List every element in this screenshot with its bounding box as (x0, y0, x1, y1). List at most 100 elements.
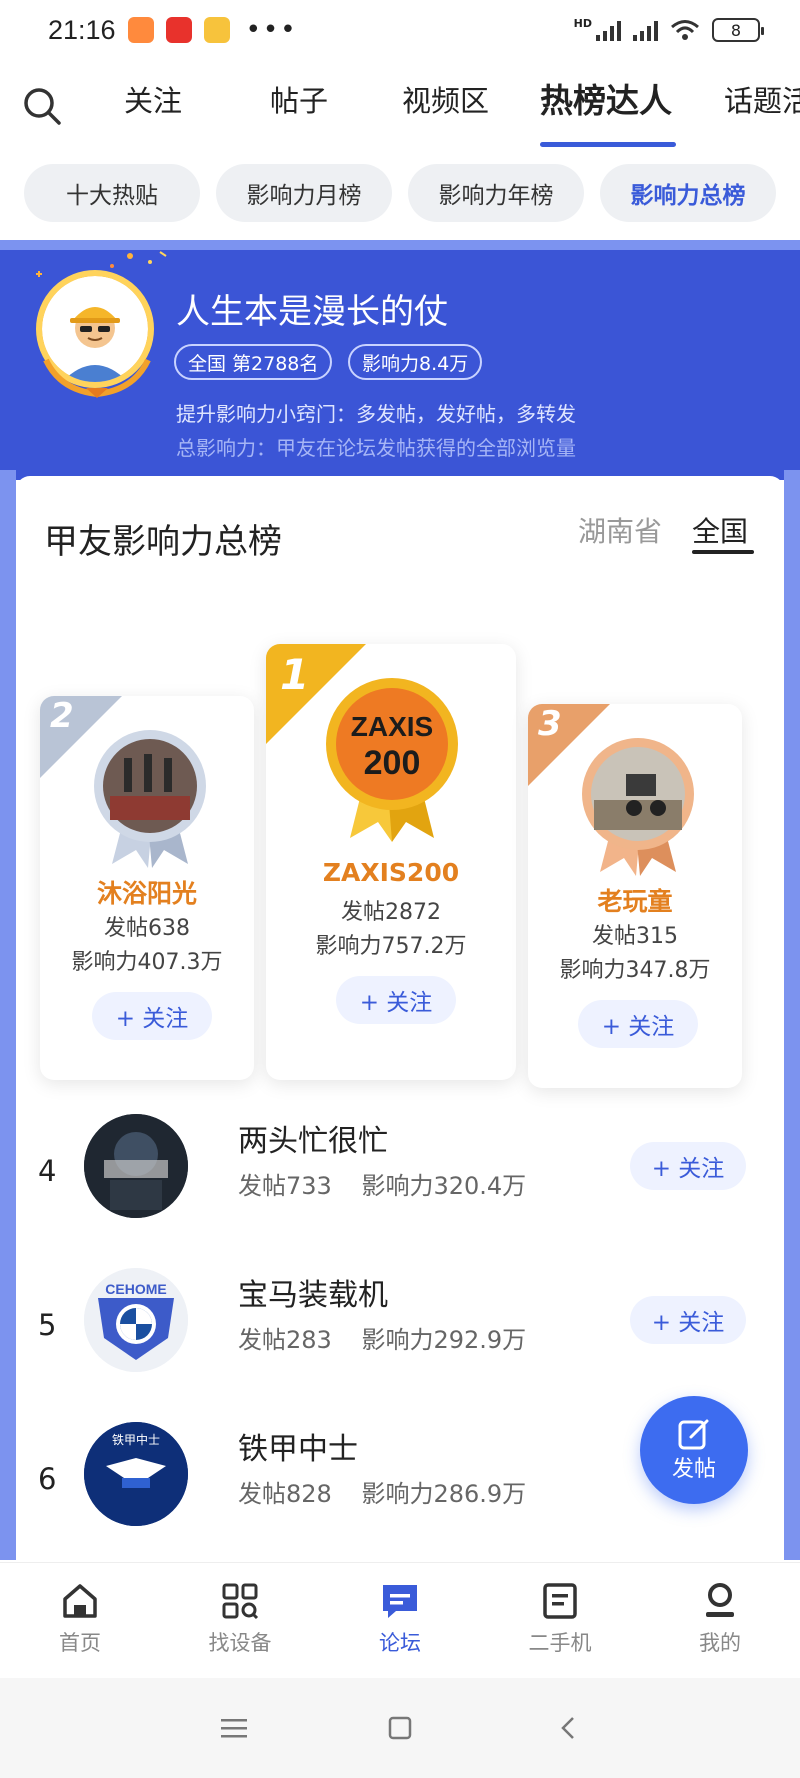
follow-button[interactable]: + 关注 (336, 976, 456, 1024)
bmw-badge-avatar-icon: CEHOME (84, 1268, 188, 1372)
row-post-count: 发帖283 (238, 1326, 332, 1354)
profile-icon (706, 1583, 734, 1617)
row-influence: 影响力320.4万 (361, 1172, 527, 1200)
app-notification-icon (127, 17, 154, 43)
nav-find-equipment[interactable]: 找设备 (180, 1581, 300, 1657)
row-username[interactable]: 铁甲中士 (238, 1424, 358, 1468)
battery-level: 8 (730, 20, 742, 40)
battery-icon: 8 (712, 18, 764, 42)
row-rank: 4 (38, 1154, 57, 1188)
row-post-count: 发帖733 (238, 1172, 332, 1200)
podium-influence: 影响力347.8万 (559, 958, 711, 983)
podium-post-count: 发帖315 (592, 924, 678, 949)
follow-button[interactable]: + 关注 (630, 1142, 746, 1190)
podium-username[interactable]: 沐浴阳光 (40, 874, 254, 910)
status-bar: 21:16 ••• HD 8 (0, 0, 800, 60)
table-row[interactable]: 5 CEHOME 宝马装载机 发帖283 影响力292.9万 + 关注 (16, 1268, 784, 1418)
gold-medal-icon: ZAXIS 200 (326, 678, 458, 842)
table-row[interactable]: 4 两头忙很忙 发帖733 影响力320.4万 + 关注 (16, 1114, 784, 1264)
podium-username[interactable]: ZAXIS200 (266, 858, 516, 887)
grid-search-icon (222, 1583, 259, 1620)
signal-2-icon (633, 19, 658, 41)
document-icon (543, 1583, 577, 1619)
my-username: 人生本是漫长的仗 (176, 292, 448, 332)
nav-used-machines[interactable]: 二手机 (500, 1581, 620, 1657)
system-nav-bar (0, 1678, 800, 1778)
row-influence: 影响力292.9万 (361, 1326, 527, 1354)
top-nav: 关注 帖子 视频区 热榜达人 话题活 (0, 64, 800, 154)
follow-button[interactable]: + 关注 (92, 992, 212, 1040)
region-tab-national[interactable]: 全国 (692, 510, 748, 550)
my-national-rank: 全国 第2788名 (174, 344, 333, 380)
nav-home-label: 首页 (59, 1631, 101, 1655)
ranking-filter-chips: 十大热贴 影响力月榜 影响力年榜 影响力总榜 (0, 164, 800, 224)
row-post-count: 发帖828 (238, 1480, 332, 1508)
nav-forum[interactable]: 论坛 (340, 1581, 460, 1657)
back-icon[interactable] (548, 1708, 588, 1748)
shopping-notification-icon (165, 17, 192, 43)
badge-text: CEHOME (105, 1281, 166, 1297)
region-tab-province[interactable]: 湖南省 (578, 510, 662, 550)
row-rank: 5 (38, 1308, 57, 1342)
podium-card-rank-3: 3 老玩童 发帖315 影响力347.8万 + 关注 (528, 704, 742, 1088)
wifi-icon (671, 20, 699, 40)
podium-influence: 影响力757.2万 (315, 934, 467, 959)
tab-video[interactable]: 视频区 (402, 78, 489, 120)
influence-definition: 总影响力：甲友在论坛发帖获得的全部浏览量 (176, 436, 576, 460)
chip-yearly[interactable]: 影响力年榜 (408, 164, 584, 222)
tab-follow[interactable]: 关注 (124, 78, 182, 120)
bronze-medal-icon (582, 738, 694, 876)
message-notification-icon (203, 17, 230, 43)
left-border (0, 470, 16, 1560)
my-influence: 影响力8.4万 (348, 344, 483, 380)
chip-top-ten[interactable]: 十大热贴 (24, 164, 200, 222)
camera-user-avatar-icon (84, 1114, 188, 1218)
row-stats: 发帖283 影响力292.9万 (238, 1320, 548, 1355)
rank-number: 1 (280, 650, 310, 699)
podium-influence: 影响力407.3万 (71, 950, 223, 975)
leaderboard-title: 甲友影响力总榜 (44, 522, 282, 562)
podium-username[interactable]: 老玩童 (528, 882, 742, 918)
follow-button[interactable]: + 关注 (630, 1296, 746, 1344)
row-username[interactable]: 两头忙很忙 (238, 1116, 388, 1160)
badge-text: 铁甲中士 (112, 1432, 160, 1447)
chip-monthly[interactable]: 影响力月榜 (216, 164, 392, 222)
tab-topics[interactable]: 话题活 (724, 78, 800, 120)
silver-medal-icon (94, 730, 206, 868)
active-tab-indicator (540, 142, 676, 147)
row-stats: 发帖828 影响力286.9万 (238, 1474, 548, 1509)
row-stats: 发帖733 影响力320.4万 (238, 1166, 548, 1201)
hd-label: HD (573, 16, 592, 30)
podium-post-count: 发帖638 (104, 916, 190, 941)
more-notifications-icon: ••• (245, 15, 298, 45)
avatar[interactable]: 铁甲中士 (84, 1422, 188, 1526)
avatar[interactable] (84, 1114, 188, 1218)
avatar[interactable]: CEHOME (84, 1268, 188, 1372)
search-button[interactable] (0, 64, 84, 148)
new-post-button[interactable]: 发帖 (640, 1396, 748, 1504)
nav-forum-label: 论坛 (379, 1631, 421, 1655)
home-square-icon[interactable] (380, 1708, 420, 1748)
rank-number: 3 (538, 704, 562, 744)
clock: 21:16 (48, 14, 116, 45)
podium-card-rank-2: 2 沐浴阳光 发帖638 影响力407.3万 + 关注 (40, 696, 254, 1080)
right-border (784, 470, 800, 1560)
row-influence: 影响力286.9万 (361, 1480, 527, 1508)
medal-text-top: ZAXIS (351, 711, 433, 742)
nav-profile[interactable]: 我的 (660, 1581, 780, 1657)
row-username[interactable]: 宝马装载机 (238, 1270, 388, 1314)
nav-home[interactable]: 首页 (20, 1581, 140, 1657)
medal-text-bottom: 200 (364, 744, 421, 782)
tab-hot-users[interactable]: 热榜达人 (540, 74, 672, 122)
chip-overall[interactable]: 影响力总榜 (600, 164, 776, 222)
follow-button[interactable]: + 关注 (578, 1000, 698, 1048)
tab-posts[interactable]: 帖子 (270, 78, 328, 120)
nav-find-equipment-label: 找设备 (208, 1631, 272, 1655)
search-icon (24, 88, 61, 125)
new-post-label: 发帖 (671, 1457, 716, 1482)
menu-icon[interactable] (214, 1708, 254, 1748)
nav-profile-label: 我的 (699, 1631, 741, 1655)
signal-icon (596, 19, 621, 41)
forum-chat-icon (383, 1585, 417, 1618)
edit-icon (678, 1419, 709, 1450)
